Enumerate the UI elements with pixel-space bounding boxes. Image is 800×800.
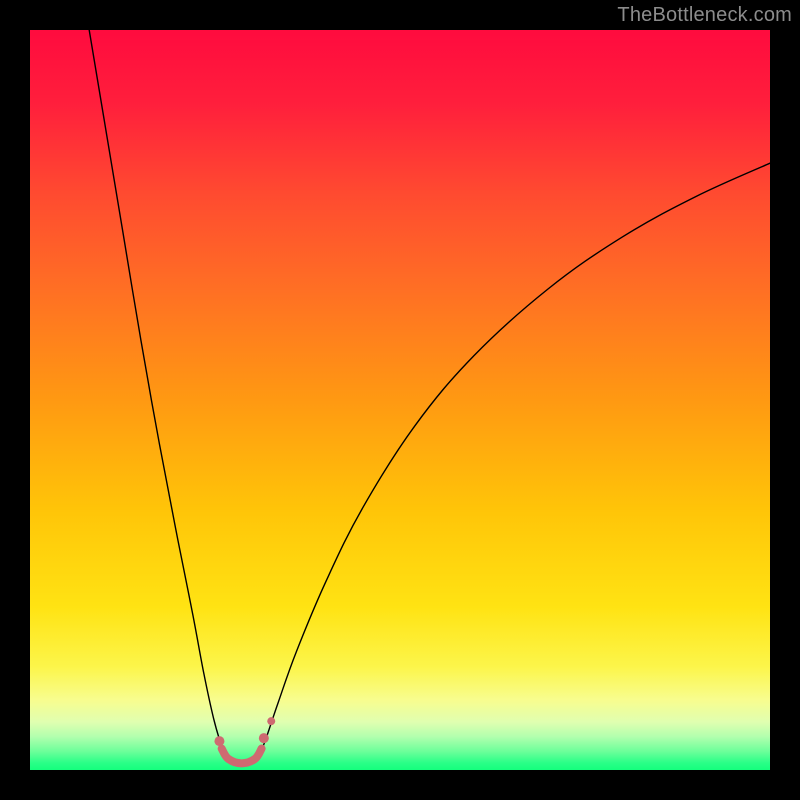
series-left-curve <box>89 30 226 759</box>
marker-1 <box>259 733 269 743</box>
marker-0 <box>214 736 224 746</box>
series-bottom-arc <box>222 749 262 764</box>
marker-2 <box>267 717 275 725</box>
chart-area <box>30 30 770 770</box>
chart-curves <box>30 30 770 770</box>
series-right-curve <box>258 163 770 759</box>
watermark-text: TheBottleneck.com <box>617 4 792 27</box>
